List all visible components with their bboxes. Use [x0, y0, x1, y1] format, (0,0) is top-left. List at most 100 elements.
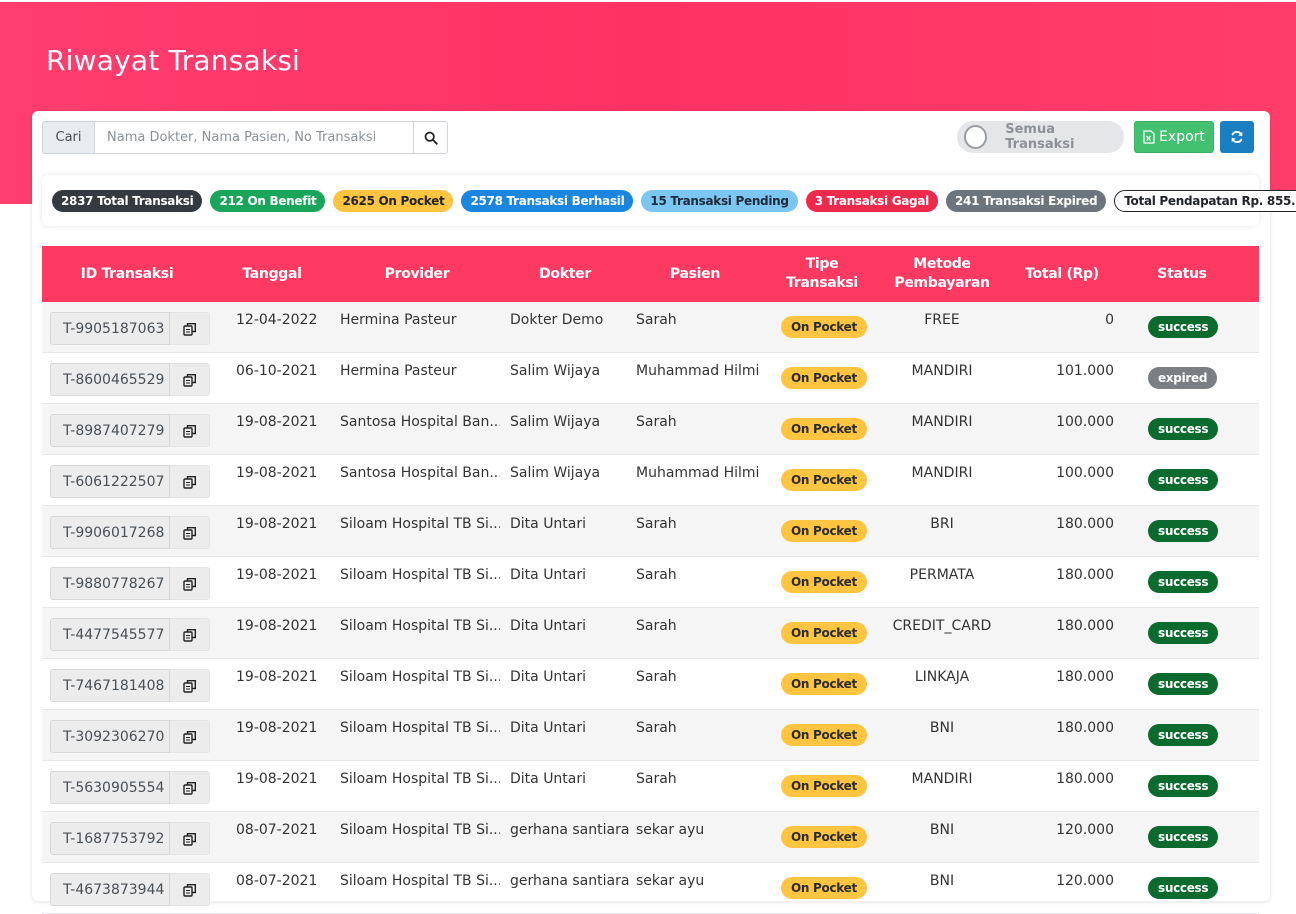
provider-cell: Siloam Hospital TB Si... [340, 720, 500, 736]
provider-cell: Siloam Hospital TB Si... [340, 516, 500, 532]
copy-id-button[interactable] [170, 771, 210, 804]
toggle-knob [964, 125, 988, 149]
copy-id-button[interactable] [170, 363, 210, 396]
payment-method-cell: CREDIT_CARD [892, 618, 992, 634]
stat-badge: 241 Transaksi Expired [945, 189, 1107, 212]
transaction-type-badge: On Pocket [781, 724, 867, 746]
provider-cell: Siloam Hospital TB Si... [340, 771, 500, 787]
copy-icon [182, 781, 196, 795]
patient-cell: Sarah [636, 567, 677, 583]
payment-method-cell: MANDIRI [911, 414, 973, 430]
patient-cell: Sarah [636, 669, 677, 685]
transaction-id-field[interactable]: T-4477545577 [50, 618, 170, 651]
table-row: T-1687753792 08-07-2021 Siloam Hospital TB… [42, 812, 1259, 863]
stat-badge: 2837 Total Transaksi [52, 189, 203, 212]
total-cell: 180.000 [1056, 618, 1114, 634]
column-header[interactable]: Pasien [632, 265, 758, 284]
patient-cell: Muhammad Hilmi [636, 363, 760, 379]
status-badge: success [1148, 673, 1219, 695]
transaction-id-field[interactable]: T-9905187063 [50, 312, 170, 345]
stat-badge: Total Pendapatan Rp. 855.360.207 [1114, 189, 1296, 212]
column-header[interactable]: Tanggal [224, 265, 320, 284]
total-cell: 180.000 [1056, 771, 1114, 787]
column-header[interactable]: Status [1122, 265, 1242, 284]
copy-id-button[interactable] [170, 873, 210, 906]
patient-cell: Sarah [636, 414, 677, 430]
doctor-cell: Dita Untari [510, 567, 587, 583]
column-header[interactable]: ID Transaksi [42, 265, 212, 284]
provider-cell: Santosa Hospital Ban... [340, 414, 500, 430]
provider-cell: Siloam Hospital TB Si... [340, 873, 500, 889]
copy-id-button[interactable] [170, 720, 210, 753]
total-cell: 180.000 [1056, 669, 1114, 685]
search-button[interactable] [414, 121, 448, 154]
doctor-cell: Dita Untari [510, 669, 587, 685]
transaction-id-field[interactable]: T-9880778267 [50, 567, 170, 600]
date-cell: 19-08-2021 [236, 771, 318, 787]
search-input[interactable] [94, 121, 414, 154]
transaction-type-badge: On Pocket [781, 520, 867, 542]
status-badge: success [1148, 724, 1219, 746]
total-cell: 0 [1105, 312, 1114, 328]
total-cell: 101.000 [1056, 363, 1114, 379]
status-badge: success [1148, 571, 1219, 593]
date-cell: 19-08-2021 [236, 567, 318, 583]
copy-id-button[interactable] [170, 618, 210, 651]
table-row: T-5630905554 19-08-2021 Siloam Hospital TB… [42, 761, 1259, 812]
transaction-id-field[interactable]: T-6061222507 [50, 465, 170, 498]
transaction-id-field[interactable]: T-8600465529 [50, 363, 170, 396]
patient-cell: Sarah [636, 516, 677, 532]
status-badge: success [1148, 520, 1219, 542]
column-header[interactable]: Tipe Transaksi [768, 255, 876, 293]
date-cell: 12-04-2022 [236, 312, 318, 328]
column-header[interactable]: Metode Pembayaran [887, 255, 997, 293]
transaction-id-field[interactable]: T-9906017268 [50, 516, 170, 549]
date-cell: 08-07-2021 [236, 822, 318, 838]
date-cell: 19-08-2021 [236, 414, 318, 430]
copy-icon [182, 883, 196, 897]
copy-id-button[interactable] [170, 414, 210, 447]
refresh-button[interactable] [1220, 121, 1254, 153]
status-badge: success [1148, 877, 1219, 899]
payment-method-cell: MANDIRI [911, 363, 973, 379]
copy-icon [182, 730, 196, 744]
total-cell: 100.000 [1056, 414, 1114, 430]
patient-cell: Sarah [636, 618, 677, 634]
table-row: T-8600465529 06-10-2021 Hermina Pasteur Sal… [42, 353, 1259, 404]
table-row: T-4477545577 19-08-2021 Siloam Hospital TB… [42, 608, 1259, 659]
total-cell: 120.000 [1056, 822, 1114, 838]
stats-bar: 2837 Total Transaksi 212 On Benefit 2625 O… [42, 175, 1296, 226]
doctor-cell: gerhana santiara [510, 822, 630, 838]
column-header[interactable]: Dokter [508, 265, 622, 284]
transaction-id-field[interactable]: T-7467181408 [50, 669, 170, 702]
copy-id-button[interactable] [170, 516, 210, 549]
date-cell: 19-08-2021 [236, 720, 318, 736]
transaction-id-field[interactable]: T-8987407279 [50, 414, 170, 447]
transaction-id-field[interactable]: T-4673873944 [50, 873, 170, 906]
status-badge: expired [1148, 367, 1218, 389]
provider-cell: Siloam Hospital TB Si... [340, 567, 500, 583]
all-transactions-toggle[interactable]: Semua Transaksi [957, 121, 1124, 153]
copy-icon [182, 832, 196, 846]
payment-method-cell: PERMATA [909, 567, 975, 583]
transaction-type-badge: On Pocket [781, 877, 867, 899]
export-button[interactable]: Export [1134, 121, 1214, 153]
transaction-id-field[interactable]: T-3092306270 [50, 720, 170, 753]
stat-badge: 15 Transaksi Pending [641, 189, 798, 212]
payment-method-cell: LINKAJA [914, 669, 970, 685]
copy-id-button[interactable] [170, 822, 210, 855]
copy-id-button[interactable] [170, 669, 210, 702]
copy-id-button[interactable] [170, 567, 210, 600]
copy-id-button[interactable] [170, 465, 210, 498]
total-cell: 120.000 [1056, 873, 1114, 889]
transaction-id-field[interactable]: T-5630905554 [50, 771, 170, 804]
status-badge: success [1148, 469, 1219, 491]
payment-method-cell: FREE [924, 312, 960, 328]
column-header[interactable]: Provider [332, 265, 502, 284]
copy-id-button[interactable] [170, 312, 210, 345]
copy-icon [182, 424, 196, 438]
column-header[interactable]: Total (Rp) [1012, 265, 1112, 284]
export-label: Export [1159, 129, 1205, 145]
transaction-id-field[interactable]: T-1687753792 [50, 822, 170, 855]
total-cell: 100.000 [1056, 465, 1114, 481]
